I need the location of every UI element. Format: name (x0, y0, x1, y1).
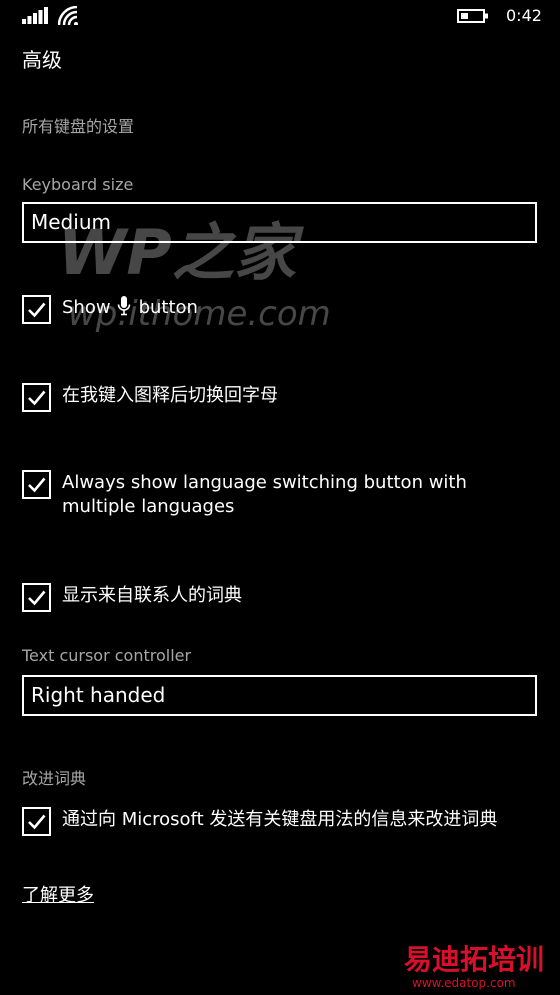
contacts-dictionary-row: 显示来自联系人的词典 (22, 583, 542, 612)
learn-more-link[interactable]: 了解更多 (22, 884, 94, 908)
checkmark-icon (28, 477, 46, 493)
contacts-dictionary-label: 显示来自联系人的词典 (62, 585, 242, 606)
keyboard-size-dropdown[interactable]: Medium (22, 202, 537, 243)
corner-logo-sub-text: www.edatop.com (412, 976, 516, 990)
keyboard-size-label: Keyboard size (22, 175, 134, 194)
wifi-icon (58, 6, 78, 25)
switch-back-after-emoji-row: 在我键入图释后切换回字母 (22, 383, 542, 412)
clock: 0:42 (506, 6, 542, 25)
corner-logo-main-text: 易迪拓培训 (404, 943, 545, 976)
corner-logo: 易迪拓培训 www.edatop.com (404, 943, 554, 991)
text-cursor-controller-dropdown[interactable]: Right handed (22, 675, 537, 716)
checkmark-icon (28, 814, 46, 830)
show-mic-button-row: Show button (22, 295, 542, 324)
switch-back-after-emoji-label: 在我键入图释后切换回字母 (62, 385, 278, 406)
text-cursor-controller-label: Text cursor controller (22, 646, 192, 665)
checkmark-icon (28, 590, 46, 606)
page-title: 高级 (22, 48, 62, 72)
switch-back-after-emoji-checkbox[interactable] (22, 383, 51, 412)
text-cursor-controller-value: Right handed (31, 683, 166, 707)
send-usage-info-label: 通过向 Microsoft 发送有关键盘用法的信息来改进词典 (62, 809, 498, 830)
section-title-all-keyboards: 所有键盘的设置 (22, 117, 135, 136)
signal-icon (22, 7, 48, 24)
button-label-text: button (138, 297, 198, 318)
keyboard-size-value: Medium (31, 210, 111, 234)
show-mic-button-checkbox[interactable] (22, 295, 51, 324)
show-mic-button-label: Show button (62, 296, 542, 320)
send-usage-info-checkbox[interactable] (22, 807, 51, 836)
checkmark-icon (28, 390, 46, 406)
show-label-text: Show (62, 297, 111, 318)
contacts-dictionary-checkbox[interactable] (22, 583, 51, 612)
send-usage-info-row: 通过向 Microsoft 发送有关键盘用法的信息来改进词典 (22, 807, 542, 857)
status-bar: 0:42 (0, 0, 560, 34)
battery-icon (457, 9, 488, 23)
microphone-icon (117, 296, 130, 316)
language-switch-button-checkbox[interactable] (22, 470, 51, 499)
checkmark-icon (28, 302, 46, 318)
language-switch-button-label: Always show language switching button wi… (62, 472, 467, 517)
section-title-improve-dictionary: 改进词典 (22, 769, 87, 788)
language-switch-button-row: Always show language switching button wi… (22, 470, 542, 520)
